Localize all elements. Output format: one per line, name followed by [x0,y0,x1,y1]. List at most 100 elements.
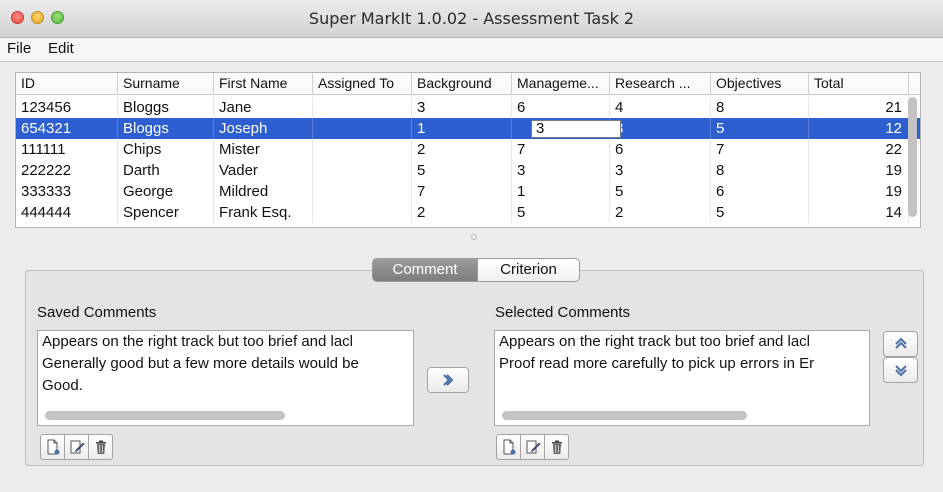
trash-icon [551,440,562,454]
cell-total: 14 [809,202,909,223]
cell-id: 333333 [16,181,118,202]
column-header-id[interactable]: ID [16,73,118,95]
edit-pencil-icon [526,440,540,454]
cell-id: 123456 [16,97,118,118]
saved-comment-item[interactable]: Good. [38,375,413,397]
cell-total: 19 [809,181,909,202]
cell-assigned-to [313,181,412,202]
cell-assigned-to [313,202,412,223]
saved-comments-toolbar [40,434,113,460]
cell-research: 5 [610,181,711,202]
double-chevron-up-icon [894,337,907,349]
cell-objectives: 8 [711,160,809,181]
cell-total: 22 [809,139,909,160]
cell-objectives: 5 [711,118,809,139]
selected-comments-label: Selected Comments [495,304,631,321]
table-row[interactable]: 222222 Darth Vader 5 3 3 8 19 [16,160,920,181]
menu-bar: File Edit [0,38,943,62]
table-header: ID Surname First Name Assigned To Backgr… [16,73,920,95]
cell-background: 2 [412,202,512,223]
edit-comment-button[interactable] [64,434,89,460]
selected-comment-item[interactable]: Proof read more carefully to pick up err… [495,353,869,375]
column-header-surname[interactable]: Surname [118,73,214,95]
cell-management-editor[interactable]: 3 [531,120,621,138]
cell-research: 3 [610,160,711,181]
table-vertical-scrollbar[interactable] [908,97,917,217]
cell-id: 222222 [16,160,118,181]
cell-total: 21 [809,97,909,118]
column-header-assigned-to[interactable]: Assigned To [313,73,412,95]
new-selected-comment-button[interactable] [496,434,521,460]
selected-comments-toolbar [496,434,569,460]
table-row[interactable]: 444444 Spencer Frank Esq. 2 5 2 5 14 [16,202,920,223]
saved-comment-item[interactable]: Appears on the right track but too brief… [38,331,413,353]
cell-first-name: Mildred [214,181,313,202]
tab-bar: Comment Criterion [372,258,580,282]
cell-background: 1 [412,118,512,139]
cell-surname: Bloggs [118,97,214,118]
cell-background: 3 [412,97,512,118]
cell-surname: Darth [118,160,214,181]
delete-selected-comment-button[interactable] [544,434,569,460]
trash-icon [95,440,106,454]
cell-research: 4 [610,97,711,118]
cell-first-name: Vader [214,160,313,181]
cell-research: 3 [610,118,711,139]
cell-research: 2 [610,202,711,223]
move-down-button[interactable] [883,357,918,383]
column-header-total[interactable]: Total [809,73,909,95]
cell-total: 19 [809,160,909,181]
double-chevron-right-icon [443,374,454,386]
students-table[interactable]: ID Surname First Name Assigned To Backgr… [15,72,921,228]
add-to-selected-button[interactable] [427,367,469,393]
saved-comments-list[interactable]: Appears on the right track but too brief… [37,330,414,426]
cell-id: 444444 [16,202,118,223]
tab-criterion[interactable]: Criterion [478,258,580,282]
new-document-icon [503,439,515,455]
move-up-button[interactable] [883,331,918,357]
table-row-selected[interactable]: 654321 Bloggs Joseph 1 3 5 12 3 [16,118,920,139]
cell-management: 6 [512,97,610,118]
cell-assigned-to [313,118,412,139]
saved-comments-label: Saved Comments [37,304,157,321]
delete-comment-button[interactable] [88,434,113,460]
window-title: Super MarkIt 1.0.02 - Assessment Task 2 [308,9,635,28]
cell-management: 3 [512,160,610,181]
cell-objectives: 7 [711,139,809,160]
cell-first-name: Jane [214,97,313,118]
cell-objectives: 5 [711,202,809,223]
selected-comments-list[interactable]: Appears on the right track but too brief… [494,330,870,426]
cell-total: 12 [809,118,909,139]
title-bar: Super MarkIt 1.0.02 - Assessment Task 2 [0,0,943,38]
table-row[interactable]: 111111 Chips Mister 2 7 6 7 22 [16,139,920,160]
menu-file[interactable]: File [7,40,31,57]
saved-comment-item[interactable]: Generally good but a few more details wo… [38,353,413,375]
selected-comment-item[interactable]: Appears on the right track but too brief… [495,331,869,353]
saved-comments-horizontal-scrollbar[interactable] [45,411,285,420]
new-document-icon [47,439,59,455]
column-header-background[interactable]: Background [412,73,512,95]
column-header-objectives[interactable]: Objectives [711,73,809,95]
cell-id: 111111 [16,139,118,160]
selected-comments-horizontal-scrollbar[interactable] [502,411,747,420]
edit-selected-comment-button[interactable] [520,434,545,460]
column-header-research[interactable]: Research ... [610,73,711,95]
column-header-management[interactable]: Manageme... [512,73,610,95]
cell-surname: Spencer [118,202,214,223]
cell-background: 7 [412,181,512,202]
cell-surname: Chips [118,139,214,160]
split-pane-divider-handle[interactable] [471,234,477,240]
new-comment-button[interactable] [40,434,65,460]
cell-management: 1 [512,181,610,202]
cell-background: 5 [412,160,512,181]
cell-management: 7 [512,139,610,160]
cell-surname: Bloggs [118,118,214,139]
cell-surname: George [118,181,214,202]
cell-assigned-to [313,160,412,181]
menu-edit[interactable]: Edit [48,40,74,57]
table-row[interactable]: 333333 George Mildred 7 1 5 6 19 [16,181,920,202]
cell-management: 5 [512,202,610,223]
table-row[interactable]: 123456 Bloggs Jane 3 6 4 8 21 [16,97,920,118]
column-header-first-name[interactable]: First Name [214,73,313,95]
tab-comment[interactable]: Comment [372,258,478,282]
